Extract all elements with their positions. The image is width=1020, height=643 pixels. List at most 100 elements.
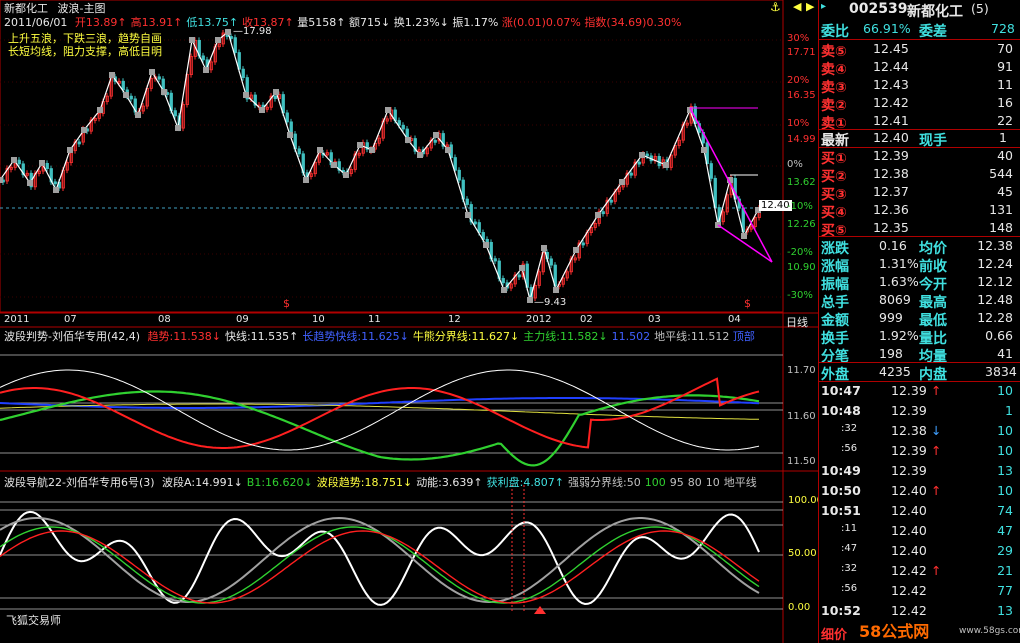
indicator-value: 趋势:11.538↓ [147,330,221,343]
wave-node [369,147,375,153]
panel2-lines [0,354,783,467]
tick-price: 12.40 [891,523,927,538]
arrow-right-icon[interactable]: ▶ [806,0,814,13]
candle-body [129,95,133,100]
tick-volume: 1 [1005,403,1013,418]
wave-node [343,172,349,178]
month-tick: 12 [448,314,461,325]
tick-row[interactable]: :11 12.40 47 [819,522,1019,540]
tick-row[interactable]: 10:49 12.39 13 [819,462,1019,480]
order-price: 12.41 [873,113,909,128]
tick-row[interactable]: 10:47 12.39 ↑ 10 [819,382,1019,400]
candle-body [285,112,289,123]
candle-body [709,163,713,179]
period-label[interactable]: 日线 [786,314,808,330]
stat-row: 振幅 1.63% 今开 12.12 [819,273,1019,293]
month-tick: 04 [728,314,741,325]
wave-node [259,107,265,113]
indicator-line [0,516,760,604]
indicator-line [0,510,760,606]
buy-signal-marker [534,606,546,614]
tick-row[interactable]: :32 12.38 ↓ 10 [819,422,1019,440]
candle-body [157,76,161,80]
indicator-value: 100 [644,476,666,489]
wave-node [541,245,547,251]
wave-node [81,127,87,133]
tick-volume: 10 [997,383,1013,398]
tick-row[interactable]: :32 12.42 ↑ 21 [819,562,1019,580]
tick-arrow: ↓ [931,423,942,438]
indicator-value: 地平线:11.512 [654,330,730,343]
candle-body [477,222,481,233]
tick-arrow: ↑ [931,483,942,498]
month-tick: 11 [368,314,381,325]
pct-tick: -10% [787,201,813,212]
order-volume: 11 [997,77,1013,92]
tick-row[interactable]: 10:51 12.40 74 [819,502,1019,520]
wave-node [619,179,625,185]
app-label: 飞狐交易师 [6,614,61,627]
indicator-value: 获利盘:4.807↑ [486,476,565,489]
candle-body [637,161,641,165]
order-book-row: 买③ 12.37 45 [819,183,1019,203]
detail-tab[interactable]: 细价 [821,624,847,643]
indicator-value: 11.502 [611,330,651,343]
watermark-logo: 58公式网 [859,622,930,641]
volume-arrow: ↑ [336,16,346,29]
candle-body [201,55,205,61]
tick-volume: 74 [997,503,1013,518]
quote-arrow-icon: ▸ [821,1,827,12]
tick-row[interactable]: :56 12.39 ↑ 10 [819,442,1019,460]
candle-body [273,95,277,99]
order-book-row: 卖③ 12.43 11 [819,76,1019,96]
wave-node [331,162,337,168]
indicator-value: B1:16.620↓ [246,476,313,489]
main-chart-canvas[interactable] [0,0,818,643]
stat-value: 12.24 [977,256,1013,271]
tick-volume: 13 [997,463,1013,478]
inner-value: 3834 [985,364,1017,379]
tick-row[interactable]: :56 12.42 77 [819,582,1019,600]
tick-time: :56 [841,443,858,454]
price-tick: 10.90 [787,262,816,273]
main-grid [0,39,783,298]
tick-price: 12.42 [891,603,927,618]
p2-tick: 11.60 [787,411,816,422]
order-book-row: 卖① 12.41 22 [819,112,1019,132]
high-label: —17.98 [233,26,272,37]
ohlc-1: 高13.91↑ [130,16,183,29]
wave-node [741,233,747,239]
arrow-left-icon[interactable]: ◀ [793,0,801,13]
wave-node [519,265,525,271]
pin-icon[interactable]: ⚓ [770,0,781,14]
weibi-row: 委比 66.91% 委差 728 [819,20,1019,40]
p3-tick: 0.00 [788,602,811,613]
wave-node [433,132,439,138]
tick-time: 10:47 [821,383,861,398]
pct-tick: 0% [787,159,803,170]
stat-row: 涨跌 0.16 均价 12.38 [819,237,1019,257]
wave-node [243,92,249,98]
tick-row[interactable]: :47 12.40 29 [819,542,1019,560]
candle-body [77,141,81,145]
indicator-value: 波段趋势:18.751↓ [316,476,413,489]
month-tick: 08 [158,314,171,325]
stat-value: 198 [879,346,903,361]
candle-body [53,181,57,185]
month-tick: 02 [580,314,593,325]
outer-value: 4235 [879,364,911,379]
tick-row[interactable]: 10:48 12.39 1 [819,402,1019,420]
order-book-row: 卖⑤ 12.45 70 [819,40,1019,60]
tick-time: :11 [841,523,858,534]
candle-body [173,110,177,117]
tick-row[interactable]: 10:50 12.40 ↑ 10 [819,482,1019,500]
indicator-value: 地平线 [723,476,757,489]
pct-tick: 10% [787,118,810,129]
change-label: 涨(0.01)0.07% [501,16,581,29]
wave-node [417,152,423,158]
tick-volume: 77 [997,583,1013,598]
wave-node [465,212,471,218]
volume-label: 量5158 [297,16,337,29]
order-volume: 148 [989,220,1013,235]
hand-value: 1 [999,130,1007,145]
